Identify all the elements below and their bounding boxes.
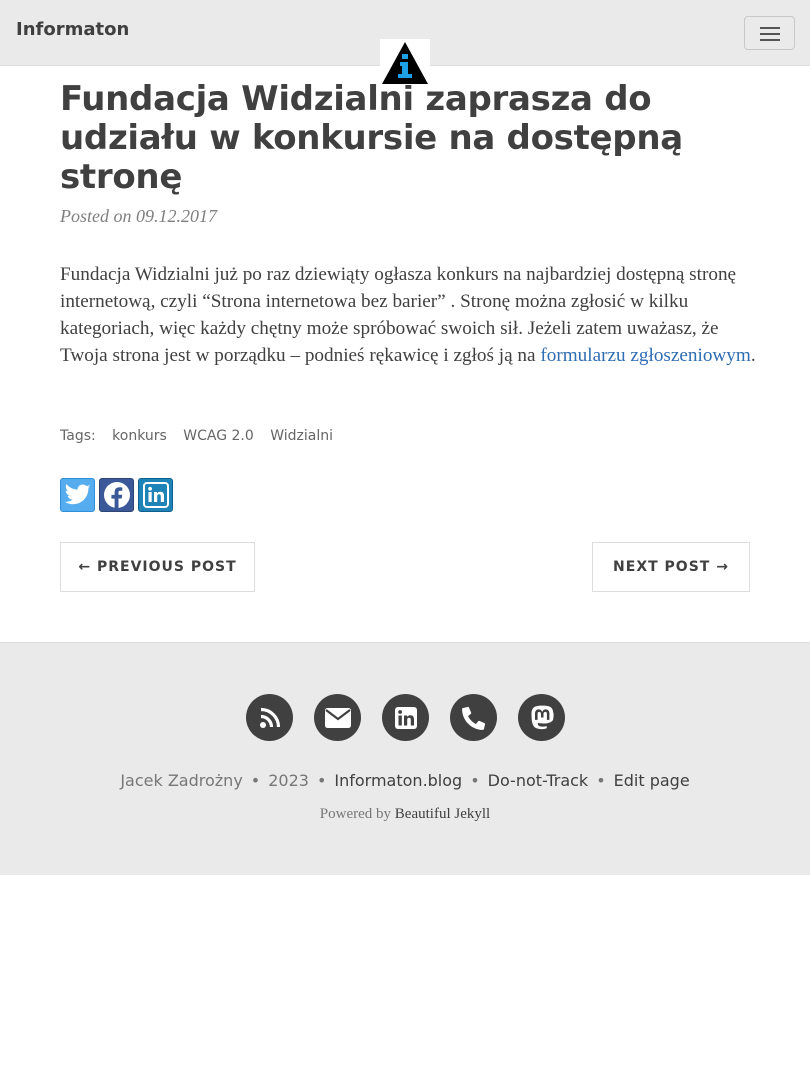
hamburger-menu-icon-bar — [760, 33, 780, 35]
footer: Jacek Zadrożny • 2023 • Informaton.blog • Do-n… — [0, 642, 810, 875]
linkedin-button[interactable] — [382, 694, 429, 741]
footer-social-icons — [246, 694, 565, 741]
info-triangle-logo-icon — [382, 42, 428, 84]
hamburger-menu-icon-bar — [760, 39, 780, 41]
phone-icon — [461, 706, 485, 730]
post-meta: Posted on 09.12.2017 — [60, 206, 217, 227]
footer-edit-link[interactable]: Edit page — [614, 771, 690, 790]
tag-link[interactable]: Widzialni — [270, 428, 333, 444]
rss-button[interactable] — [246, 694, 293, 741]
phone-button[interactable] — [450, 694, 497, 741]
post-body: Fundacja Widzialni już po raz dziewiąty … — [60, 261, 760, 369]
footer-separator: • — [596, 771, 606, 790]
powered-prefix: Powered by — [319, 806, 392, 822]
mastodon-icon — [531, 705, 554, 729]
share-twitter-button[interactable] — [60, 478, 95, 512]
rss-icon — [259, 707, 280, 728]
post-title: Fundacja Widzialni zaprasza do udziału w… — [60, 79, 683, 197]
footer-dnt-link[interactable]: Do-not-Track — [488, 771, 589, 790]
tag-link[interactable]: WCAG 2.0 — [183, 428, 254, 444]
form-link[interactable]: formularzu zgłoszeniowym — [540, 345, 750, 366]
tags-row: Tags: konkurs WCAG 2.0 Widzialni — [60, 428, 345, 444]
beautiful-jekyll-link[interactable]: Beautiful Jekyll — [395, 806, 490, 822]
share-facebook-button[interactable] — [99, 478, 134, 512]
footer-year: 2023 — [268, 771, 309, 790]
mastodon-button[interactable] — [518, 694, 565, 741]
linkedin-icon — [394, 706, 417, 729]
share-linkedin-button[interactable] — [138, 478, 173, 512]
facebook-icon — [103, 482, 130, 508]
hamburger-menu-icon — [760, 27, 780, 29]
previous-post-button[interactable]: ← PREVIOUS POST — [60, 542, 255, 592]
footer-site-link[interactable]: Informaton.blog — [334, 771, 462, 790]
twitter-icon — [64, 484, 91, 505]
tags-label: Tags: — [60, 428, 96, 444]
email-icon — [324, 707, 351, 728]
footer-separator: • — [250, 771, 261, 790]
avatar-logo[interactable] — [380, 39, 430, 85]
powered-by: Powered by Beautiful Jekyll — [0, 806, 810, 823]
post-meta-prefix: Posted on — [60, 206, 132, 226]
email-button[interactable] — [314, 694, 361, 741]
menu-toggle-button[interactable] — [744, 16, 795, 50]
share-buttons — [60, 478, 173, 512]
post-body-end: . — [750, 345, 756, 366]
footer-separator: • — [470, 771, 480, 790]
linkedin-icon — [142, 482, 169, 508]
footer-info-line: Jacek Zadrożny • 2023 • Informaton.blog • Do-n… — [0, 771, 810, 790]
next-post-button[interactable]: NEXT POST → — [592, 542, 750, 592]
post-date: 09.12.2017 — [136, 206, 217, 226]
brand-link[interactable]: Informaton — [16, 19, 129, 40]
footer-author: Jacek Zadrożny — [120, 771, 243, 790]
tag-link[interactable]: konkurs — [112, 428, 167, 444]
footer-separator: • — [316, 771, 327, 790]
